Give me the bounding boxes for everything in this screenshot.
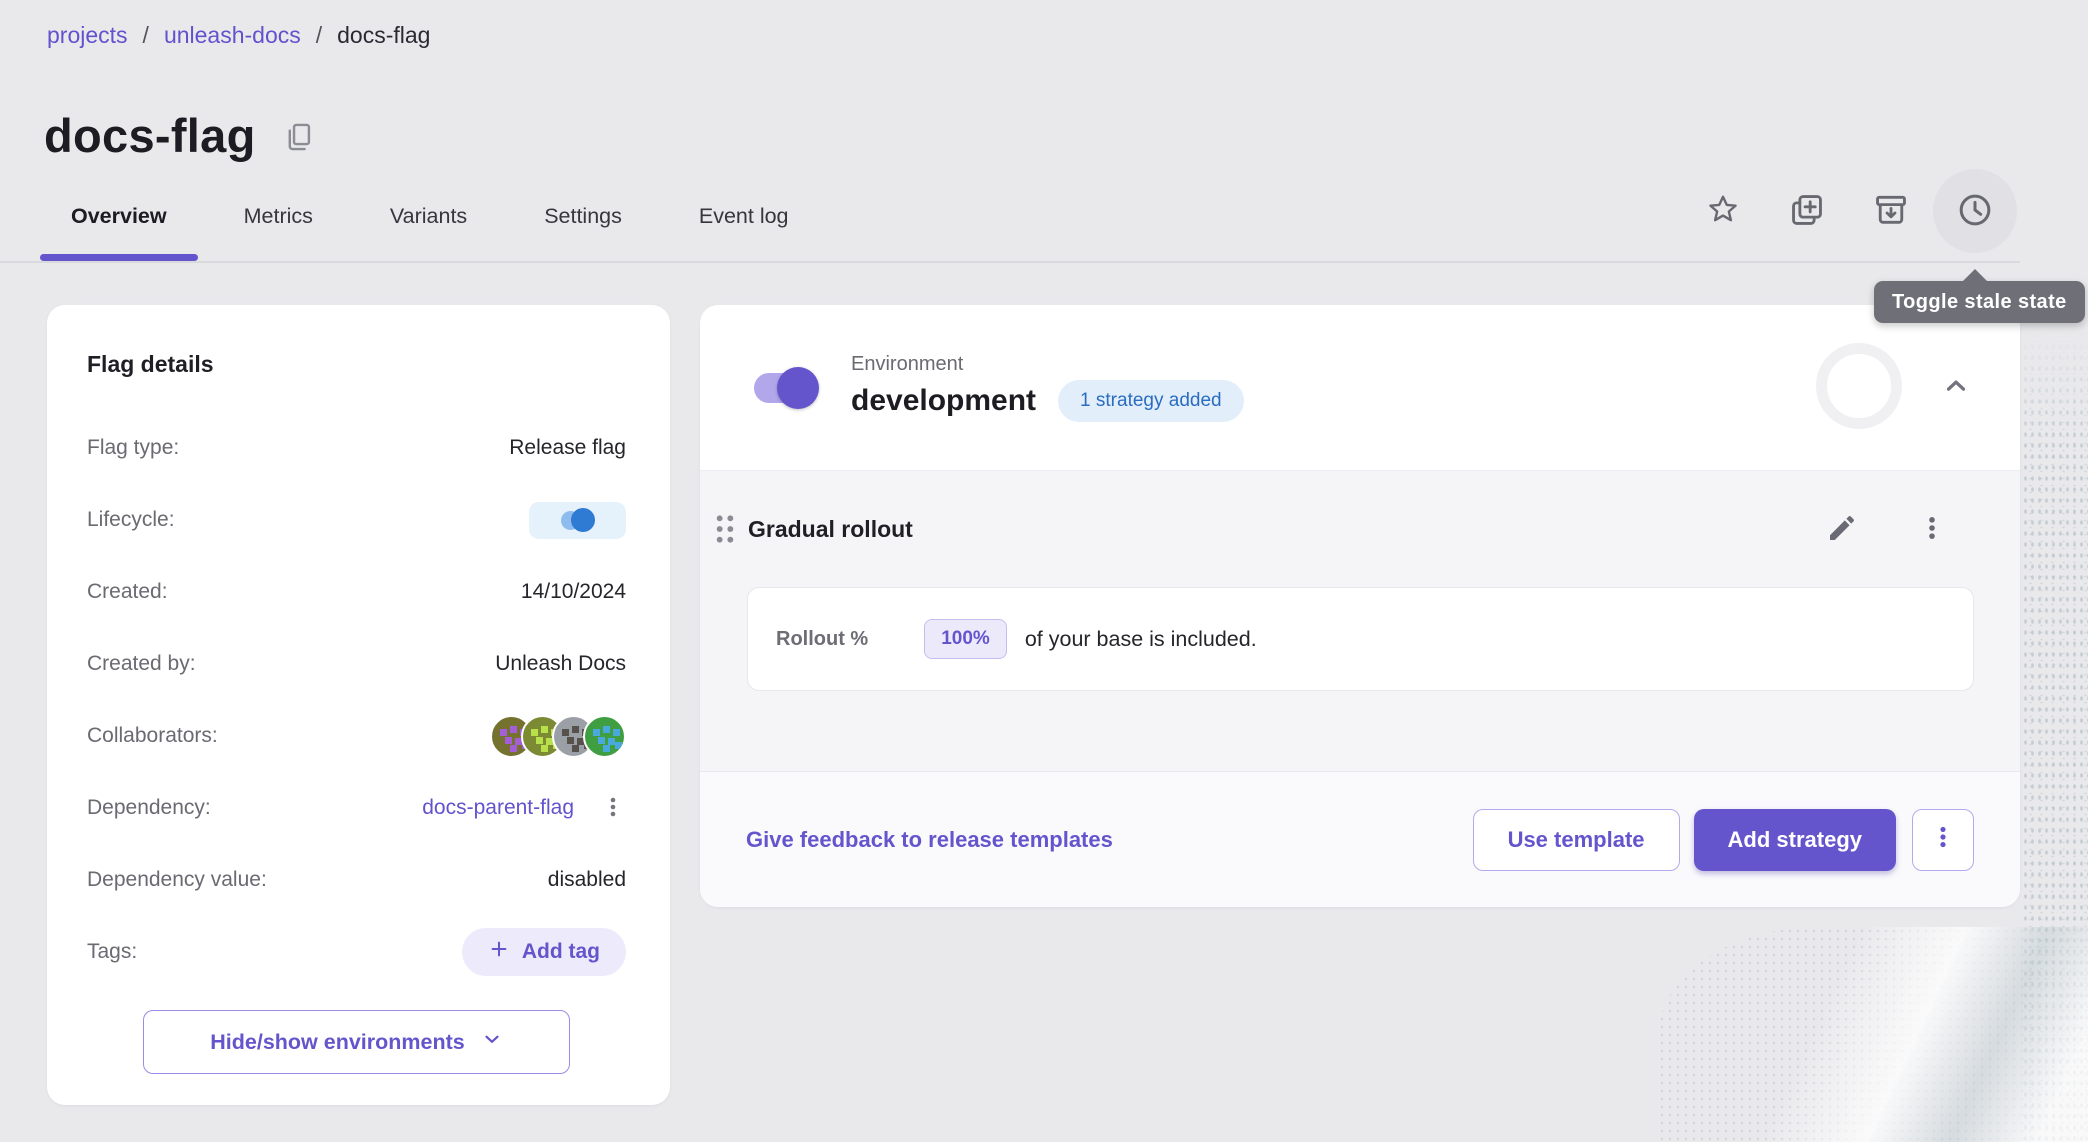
strategy-header: Gradual rollout [700, 471, 2020, 587]
toggle-thumb [777, 367, 819, 409]
rollout-description: of your base is included. [1025, 627, 1257, 652]
edit-strategy-button[interactable] [1818, 505, 1866, 553]
flag-details-list: Flag type: Release flag Lifecycle: Creat… [87, 412, 626, 988]
dependency-label: Dependency: [87, 796, 211, 820]
dependency-value-value: disabled [548, 868, 626, 892]
plus-icon [488, 938, 510, 966]
chevron-down-icon [481, 1028, 503, 1056]
created-label: Created: [87, 580, 168, 604]
strategy-menu-button[interactable] [1908, 505, 1956, 553]
pencil-icon [1826, 512, 1858, 547]
kebab-menu-icon [601, 792, 625, 825]
background-texture [1658, 927, 2088, 1142]
lifecycle-row: Lifecycle: [87, 484, 626, 556]
lifecycle-label: Lifecycle: [87, 508, 175, 532]
favorite-button[interactable] [1681, 169, 1765, 253]
breadcrumb: projects / unleash-docs / docs-flag [47, 22, 430, 49]
collaborator-avatar[interactable] [583, 715, 626, 758]
created-by-row: Created by: Unleash Docs [87, 628, 626, 700]
exposure-ring-indicator [1816, 343, 1902, 429]
page-header: docs-flag [44, 108, 322, 163]
breadcrumb-separator: / [143, 22, 149, 49]
environment-label: Environment [851, 353, 1244, 376]
collaborators-row: Collaborators: [87, 700, 626, 772]
environment-card: Environment development 1 strategy added [700, 305, 2020, 907]
dependency-menu-button[interactable] [600, 790, 626, 826]
release-templates-feedback-link[interactable]: Give feedback to release templates [746, 827, 1113, 853]
environment-menu-button[interactable] [1912, 809, 1974, 871]
copy-icon [282, 120, 316, 157]
lifecycle-live-icon [571, 508, 595, 532]
strategy-panel: Gradual rollout [700, 470, 2020, 771]
tab-event-log[interactable]: Event log [668, 170, 820, 262]
environment-footer: Give feedback to release templates Use t… [700, 771, 2020, 907]
flag-type-label: Flag type: [87, 436, 179, 460]
add-strategy-button[interactable]: Add strategy [1694, 809, 1896, 871]
dependency-row: Dependency: docs-parent-flag [87, 772, 626, 844]
tab-overview[interactable]: Overview [40, 170, 198, 262]
strategy-title: Gradual rollout [748, 516, 913, 543]
breadcrumb-projects[interactable]: projects [47, 22, 128, 49]
created-row: Created: 14/10/2024 [87, 556, 626, 628]
flag-overview-page: projects / unleash-docs / docs-flag docs… [0, 0, 2088, 1142]
drag-handle-icon[interactable] [713, 509, 739, 549]
page-title: docs-flag [44, 108, 256, 163]
breadcrumb-project-name[interactable]: unleash-docs [164, 22, 301, 49]
star-icon [1705, 192, 1741, 231]
tooltip-toggle-stale-state: Toggle stale state [1874, 281, 2085, 323]
chevron-up-icon [1941, 371, 1971, 404]
tab-label: Event log [699, 204, 789, 229]
hide-show-environments-label: Hide/show environments [210, 1030, 464, 1055]
tab-settings[interactable]: Settings [513, 170, 653, 262]
rollout-summary-card: Rollout % 100% of your base is included. [747, 587, 1974, 691]
collaborators-label: Collaborators: [87, 724, 218, 748]
flag-actions-toolbar [1681, 169, 2017, 253]
tab-metrics[interactable]: Metrics [213, 170, 344, 262]
flag-type-row: Flag type: Release flag [87, 412, 626, 484]
add-tag-label: Add tag [522, 940, 600, 964]
collapse-environment-button[interactable] [1930, 361, 1982, 413]
archive-flag-button[interactable] [1849, 169, 1933, 253]
flag-type-value: Release flag [509, 436, 626, 460]
archive-icon [1872, 191, 1910, 232]
add-tag-button[interactable]: Add tag [462, 928, 626, 976]
tab-label: Settings [544, 204, 622, 229]
rollout-percentage-chip: 100% [924, 619, 1007, 659]
copy-flag-button[interactable] [1765, 169, 1849, 253]
tags-row: Tags: Add tag [87, 916, 626, 988]
dependency-value-label: Dependency value: [87, 868, 267, 892]
clock-icon [1955, 190, 1995, 233]
tabs-divider [0, 261, 2020, 263]
flag-details-card: Flag details Flag type: Release flag Lif… [47, 305, 670, 1105]
tags-label: Tags: [87, 940, 137, 964]
tab-label: Variants [390, 204, 467, 229]
breadcrumb-current-flag: docs-flag [337, 22, 430, 49]
created-by-value: Unleash Docs [495, 652, 626, 676]
toggle-stale-button[interactable] [1933, 169, 2017, 253]
copy-flag-name-button[interactable] [276, 116, 322, 162]
use-template-button[interactable]: Use template [1473, 809, 1680, 871]
kebab-menu-icon [1930, 822, 1956, 858]
environment-header: Environment development 1 strategy added [700, 305, 2020, 470]
tab-label: Metrics [244, 204, 313, 229]
flag-tabs: Overview Metrics Variants Settings Event… [40, 170, 820, 262]
kebab-menu-icon [1918, 511, 1946, 548]
strategy-count-badge: 1 strategy added [1058, 380, 1244, 422]
tab-label: Overview [71, 204, 167, 229]
copy-add-icon [1788, 191, 1826, 232]
tooltip-text: Toggle stale state [1892, 291, 2067, 314]
hide-show-environments-button[interactable]: Hide/show environments [143, 1010, 570, 1074]
breadcrumb-separator: / [316, 22, 322, 49]
collaborator-avatars [490, 715, 626, 758]
environment-toggle[interactable] [754, 373, 815, 403]
rollout-label: Rollout % [776, 628, 868, 651]
environment-name: development [851, 384, 1036, 418]
lifecycle-stage-chip[interactable] [529, 502, 626, 539]
flag-details-heading: Flag details [87, 351, 626, 378]
dependency-flag-link[interactable]: docs-parent-flag [422, 796, 574, 820]
created-value: 14/10/2024 [521, 580, 626, 604]
tab-variants[interactable]: Variants [359, 170, 498, 262]
created-by-label: Created by: [87, 652, 196, 676]
dependency-value-row: Dependency value: disabled [87, 844, 626, 916]
